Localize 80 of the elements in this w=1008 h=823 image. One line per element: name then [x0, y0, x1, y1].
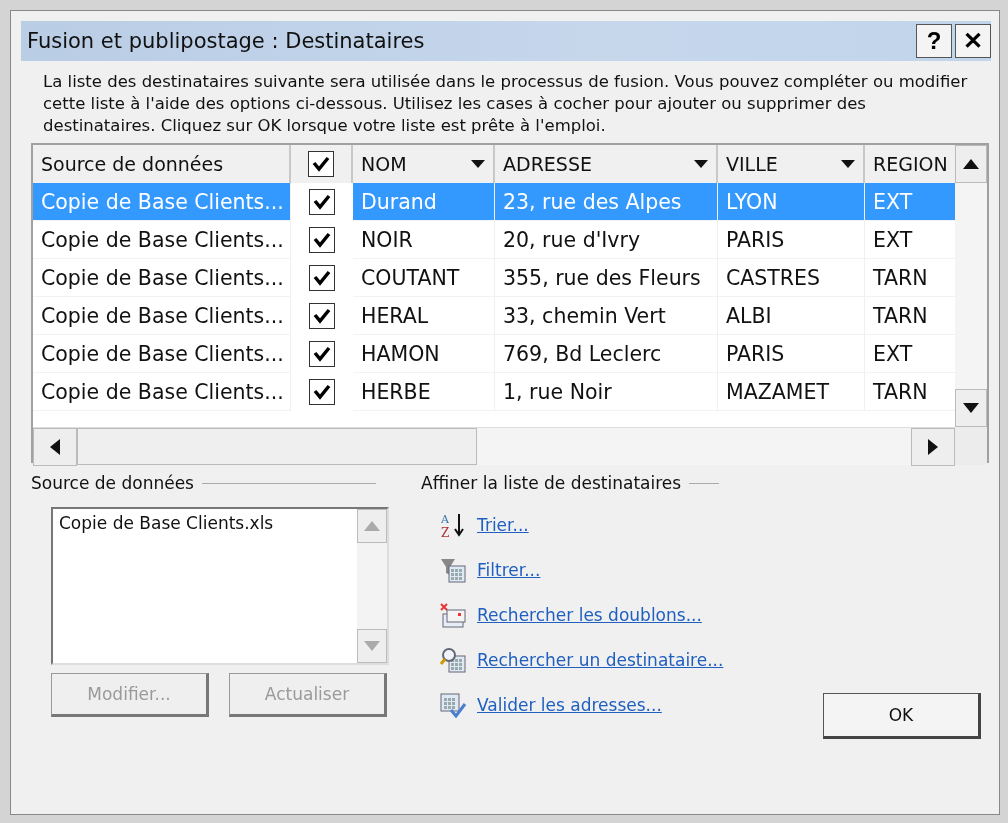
table-cell: HERAL — [353, 297, 495, 335]
group-title: Affiner la liste de destinataires — [421, 473, 682, 493]
checkbox[interactable] — [308, 151, 334, 177]
dropdown-caret-icon[interactable] — [694, 160, 708, 168]
window-title: Fusion et publipostage : Destinataires — [27, 29, 425, 53]
check-icon — [313, 270, 331, 286]
scroll-down-button[interactable] — [955, 389, 987, 427]
right-arrow-icon — [928, 439, 938, 455]
scroll-right-button[interactable] — [911, 428, 955, 466]
table-cell: Copie de Base Clients... — [33, 221, 291, 259]
down-arrow-icon — [963, 403, 979, 413]
ok-button[interactable]: OK — [823, 693, 981, 739]
column-header[interactable]: NOM — [353, 145, 495, 185]
dropdown-caret-icon[interactable] — [471, 160, 485, 168]
duplicates-icon — [439, 602, 467, 628]
scroll-thumb[interactable] — [77, 428, 477, 465]
table-cell: HERBE — [353, 373, 495, 411]
horizontal-scrollbar[interactable] — [33, 427, 955, 465]
check-icon — [313, 232, 331, 248]
table-cell: EXT — [865, 183, 955, 221]
close-button[interactable]: ✕ — [955, 24, 991, 58]
checkbox[interactable] — [309, 303, 335, 329]
help-button[interactable]: ? — [916, 24, 952, 58]
scrollbar-corner — [955, 427, 987, 465]
table-cell: PARIS — [718, 221, 865, 259]
check-icon — [313, 194, 331, 210]
table-cell: 33, chemin Vert — [495, 297, 718, 335]
checkbox[interactable] — [309, 341, 335, 367]
down-arrow-icon — [364, 641, 380, 651]
table-cell: ALBI — [718, 297, 865, 335]
column-header[interactable]: Source de données — [33, 145, 291, 185]
table-cell: LYON — [718, 183, 865, 221]
table-cell: 1, rue Noir — [495, 373, 718, 411]
table-cell: Copie de Base Clients... — [33, 259, 291, 297]
table-cell: Copie de Base Clients... — [33, 373, 291, 411]
column-header[interactable]: VILLE — [718, 145, 865, 185]
column-header[interactable]: ADRESSE — [495, 145, 718, 185]
validate-icon — [439, 692, 467, 718]
group-title: Source de données — [31, 473, 194, 493]
check-icon — [312, 156, 330, 172]
table-cell: COUTANT — [353, 259, 495, 297]
action-link[interactable]: Rechercher les doublons... — [477, 605, 702, 625]
table-cell: CASTRES — [718, 259, 865, 297]
table-cell: HAMON — [353, 335, 495, 373]
table-cell: 23, rue des Alpes — [495, 183, 718, 221]
find-icon — [439, 647, 467, 673]
column-header[interactable]: REGION — [865, 145, 955, 185]
action-link[interactable]: Trier... — [477, 515, 529, 535]
table-cell: PARIS — [718, 335, 865, 373]
check-icon — [313, 346, 331, 362]
table-cell: 355, rue des Fleurs — [495, 259, 718, 297]
check-icon — [313, 384, 331, 400]
left-arrow-icon — [50, 439, 60, 455]
up-arrow-icon — [364, 521, 380, 531]
table-cell: Copie de Base Clients... — [33, 183, 291, 221]
up-arrow-icon — [963, 159, 979, 169]
column-header[interactable] — [291, 145, 353, 185]
checkbox[interactable] — [309, 379, 335, 405]
scroll-up-button[interactable] — [955, 145, 987, 183]
action-link[interactable]: Filtrer... — [477, 560, 541, 580]
table-cell: Durand — [353, 183, 495, 221]
action-link[interactable]: Rechercher un destinataire... — [477, 650, 724, 670]
dropdown-caret-icon[interactable] — [841, 160, 855, 168]
vertical-scrollbar[interactable] — [955, 145, 987, 427]
table-cell: Copie de Base Clients... — [33, 297, 291, 335]
description-text: La liste des destinataires suivante sera utilisée dans le processus de fusion. Vous pouvez compléter ou modifier cette liste à l'aide des options ci-dessous. Utilisez les cases à cocher pour ajouter ou supprimer des destinataires. Cliquez sur OK lorsque votre liste est prête à l'emploi. — [43, 71, 969, 137]
filter-icon — [439, 557, 467, 583]
checkbox[interactable] — [309, 227, 335, 253]
checkbox[interactable] — [309, 265, 335, 291]
data-source-list[interactable]: Copie de Base Clients.xls — [51, 507, 389, 665]
scroll-left-button[interactable] — [33, 428, 77, 466]
table-cell: 20, rue d'Ivry — [495, 221, 718, 259]
check-icon — [313, 308, 331, 324]
table-cell: Copie de Base Clients... — [33, 335, 291, 373]
table-cell: NOIR — [353, 221, 495, 259]
table-cell: 769, Bd Leclerc — [495, 335, 718, 373]
checkbox[interactable] — [309, 189, 335, 215]
list-item[interactable]: Copie de Base Clients.xls — [59, 513, 351, 533]
action-link[interactable]: Valider les adresses... — [477, 695, 662, 715]
table-cell: MAZAMET — [718, 373, 865, 411]
